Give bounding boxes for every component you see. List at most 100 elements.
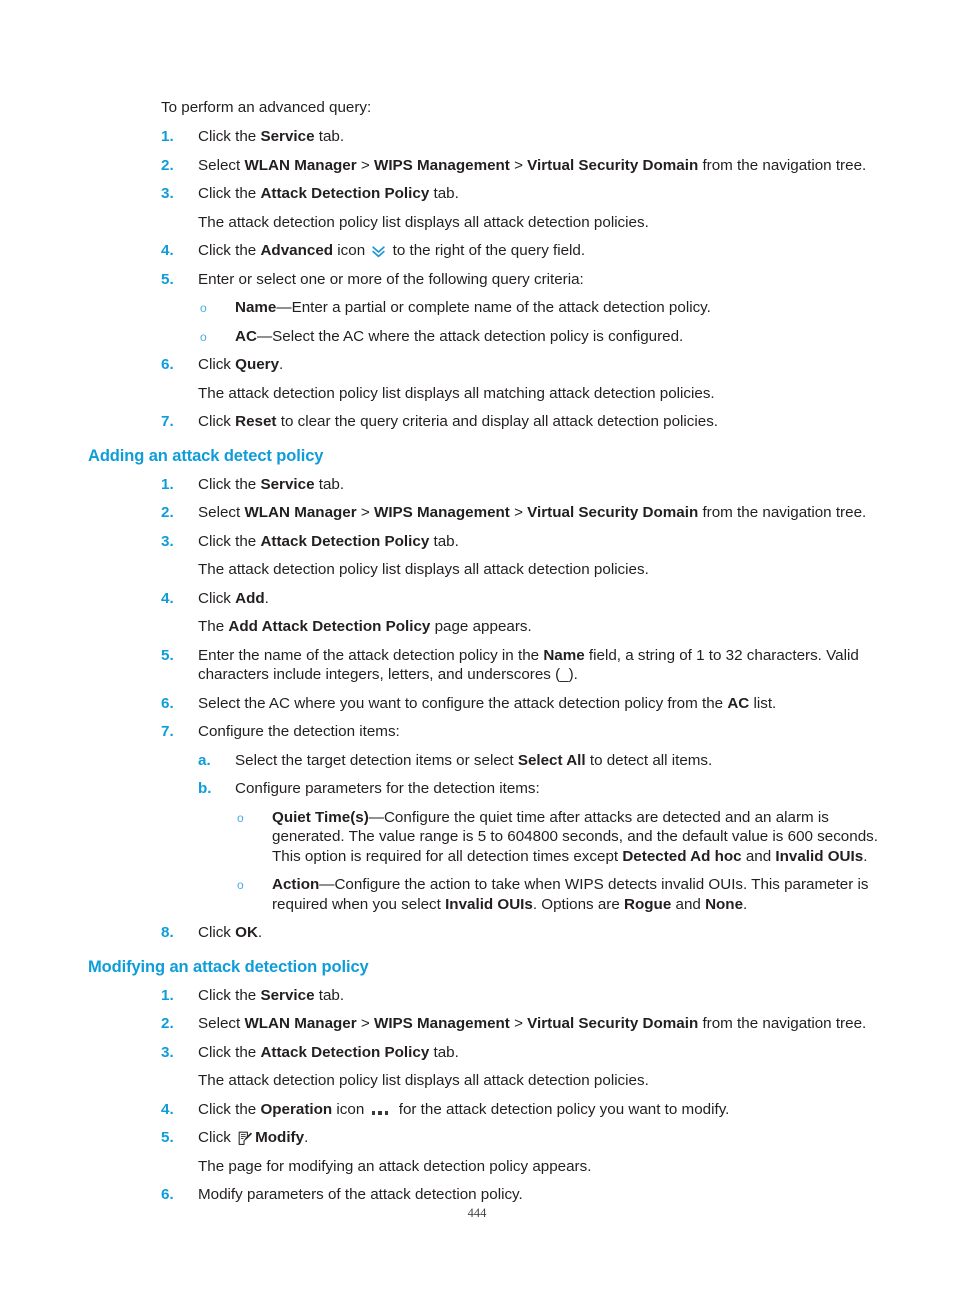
text-run: . xyxy=(279,356,284,373)
step-text: Select WLAN Manager > WIPS Management > … xyxy=(198,503,888,523)
o-bullet-icon: o xyxy=(237,878,244,892)
nav-separator: > xyxy=(509,1015,528,1032)
ellipsis-dot xyxy=(378,1111,382,1115)
parameter-text: Quiet Time(s)—Configure the quiet time a… xyxy=(272,809,878,865)
criteria-text: AC—Select the AC where the attack detect… xyxy=(235,328,683,345)
step-text: Configure the detection items: xyxy=(198,723,400,740)
ui-label-operation: Operation xyxy=(260,1100,333,1118)
option-detected-ad-hoc: Detected Ad hoc xyxy=(622,847,742,865)
text-run: tab. xyxy=(314,128,345,145)
nav-separator: > xyxy=(356,504,374,521)
text-run: . Options are xyxy=(532,895,625,913)
step-item: 4. Click Add. The Add Attack Detection P… xyxy=(88,589,888,637)
detection-parameters-list: o Quiet Time(s)—Configure the quiet time… xyxy=(235,808,888,915)
step-item: 3. Click the Attack Detection Policy tab… xyxy=(88,532,888,580)
step-marker: 6. xyxy=(161,1186,174,1203)
step-item: 1. Click the Service tab. xyxy=(88,475,888,495)
step-result: The attack detection policy list display… xyxy=(198,561,649,578)
step-item: 6. Select the AC where you want to confi… xyxy=(88,694,888,714)
step-item: 2. Select WLAN Manager > WIPS Management… xyxy=(88,1014,888,1034)
text-run: Click xyxy=(198,924,236,941)
step-marker: 1. xyxy=(161,475,174,493)
nav-separator: > xyxy=(509,156,528,174)
step-text: Click Query. xyxy=(198,355,888,375)
text-run: from the navigation tree. xyxy=(698,504,867,521)
nav-wips-management: WIPS Management xyxy=(373,1015,510,1032)
text-run: list. xyxy=(749,694,777,712)
field-label-name: Name xyxy=(543,646,585,664)
text-run: Select xyxy=(198,504,245,521)
step-marker: 3. xyxy=(161,185,174,202)
text-run: to the right of the query field. xyxy=(388,242,586,259)
step-result: The page for modifying an attack detecti… xyxy=(198,1157,592,1175)
modifying-policy-steps: 1. Click the Service tab. 2. Select WLAN… xyxy=(88,986,888,1205)
text-run: —Select the AC where the attack detectio… xyxy=(256,327,684,345)
advanced-query-steps: 1. Click the Service tab. 2. Select WLAN… xyxy=(88,127,888,432)
double-chevron-down-icon xyxy=(372,245,386,259)
text-run: Click the xyxy=(198,1043,261,1061)
step-marker: 3. xyxy=(161,1043,174,1061)
query-criteria-list: o Name—Enter a partial or complete name … xyxy=(198,298,888,346)
step-text: Click the Service tab. xyxy=(198,127,888,147)
nav-virtual-security-domain: Virtual Security Domain xyxy=(527,504,699,521)
text-run: tab. xyxy=(429,185,459,202)
tab-attack-detection-policy: Attack Detection Policy xyxy=(260,1043,430,1061)
text-run: —Enter a partial or complete name of the… xyxy=(276,299,711,316)
step-text: Select the AC where you want to configur… xyxy=(198,694,888,714)
ui-label-advanced: Advanced xyxy=(260,242,334,259)
button-query: Query xyxy=(235,356,280,373)
criteria-item-ac: o AC—Select the AC where the attack dete… xyxy=(198,327,888,347)
text-run: icon xyxy=(333,242,370,259)
step-marker: 8. xyxy=(161,924,174,941)
step-text: Click Reset to clear the query criteria … xyxy=(198,412,888,432)
text-run: to detect all items. xyxy=(585,751,713,769)
step-item: 6. Modify parameters of the attack detec… xyxy=(88,1185,888,1205)
step-item: 3. Click the Attack Detection Policy tab… xyxy=(88,1043,888,1091)
text-run: Enter the name of the attack detection p… xyxy=(198,646,544,664)
text-run: tab. xyxy=(429,532,459,550)
text-run: Select xyxy=(198,1015,245,1032)
field-label-ac: AC xyxy=(727,694,750,712)
tab-attack-detection-policy: Attack Detection Policy xyxy=(260,532,430,550)
step-item: 5. Click Modify. The page for modifying … xyxy=(88,1128,888,1176)
field-label-ac: AC xyxy=(235,327,257,345)
text-run: Click the xyxy=(198,986,261,1004)
ellipsis-dot xyxy=(384,1111,389,1115)
o-bullet-icon: o xyxy=(237,810,244,825)
section-heading-adding: Adding an attack detect policy xyxy=(88,446,324,465)
text-run: from the navigation tree. xyxy=(698,1015,867,1032)
o-bullet-icon: o xyxy=(200,329,207,344)
step-item: 5. Enter or select one or more of the fo… xyxy=(88,270,888,347)
edit-document-icon xyxy=(238,1131,253,1146)
text-run: Click xyxy=(198,589,236,607)
field-label-quiet-time: Quiet Time(s) xyxy=(272,808,369,826)
text-run: Select xyxy=(198,156,245,174)
step-item: 5. Enter the name of the attack detectio… xyxy=(88,646,888,685)
step-item: 7. Click Reset to clear the query criter… xyxy=(88,412,888,432)
step-text: Click the Attack Detection Policy tab. xyxy=(198,1043,888,1063)
nav-wlan-manager: WLAN Manager xyxy=(244,156,357,174)
text-run: . xyxy=(863,847,868,865)
text-run: . xyxy=(743,895,748,913)
criteria-text: Name—Enter a partial or complete name of… xyxy=(235,299,711,316)
step-text: Click OK. xyxy=(198,923,888,943)
step-text: Click Modify. xyxy=(198,1128,888,1148)
step-text: Click Add. xyxy=(198,589,888,609)
step-marker: 2. xyxy=(161,1015,174,1032)
parameter-item-quiet-time: o Quiet Time(s)—Configure the quiet time… xyxy=(235,808,888,867)
adding-policy-steps: 1. Click the Service tab. 2. Select WLAN… xyxy=(88,475,888,943)
substep-marker: b. xyxy=(198,780,212,797)
text-run: Click the xyxy=(198,242,261,259)
step-item: 6. Click Query. The attack detection pol… xyxy=(88,355,888,403)
nav-wips-management: WIPS Management xyxy=(373,504,510,521)
step-marker: 2. xyxy=(161,504,174,521)
text-run: . xyxy=(257,924,263,941)
ellipsis-icon xyxy=(371,1102,392,1116)
step-text: Select WLAN Manager > WIPS Management > … xyxy=(198,1014,888,1034)
step-marker: 5. xyxy=(161,270,174,288)
step-text: Click the Attack Detection Policy tab. xyxy=(198,184,888,204)
text-run: Click xyxy=(198,1129,236,1146)
o-bullet-icon: o xyxy=(200,301,207,315)
button-ok: OK xyxy=(235,924,258,941)
text-run: and xyxy=(741,847,776,865)
